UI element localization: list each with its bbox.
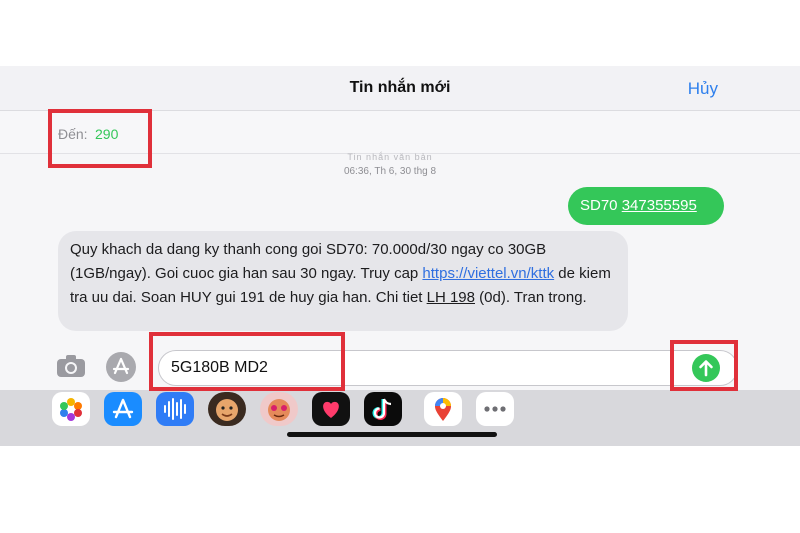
highlight-message-input (149, 332, 345, 391)
cancel-button[interactable]: Hủy (688, 79, 718, 99)
highlight-recipient (48, 109, 152, 168)
tiktok-icon[interactable] (364, 392, 402, 426)
incoming-text-part-3: (0d). Tran trong. (475, 289, 587, 306)
hotline-text[interactable]: LH 198 (427, 289, 475, 306)
outgoing-message-bubble[interactable]: SD70 347355595 (568, 187, 724, 225)
memoji-icon[interactable] (208, 392, 246, 426)
home-indicator (287, 432, 497, 437)
page-title: Tin nhắn mới (349, 79, 451, 96)
google-maps-icon[interactable] (424, 392, 462, 426)
more-apps-icon[interactable] (476, 392, 514, 426)
app-store-icon[interactable] (104, 392, 142, 426)
memoji-stickers-icon[interactable] (260, 392, 298, 426)
camera-icon[interactable] (56, 354, 86, 378)
incoming-message-bubble[interactable]: Quy khach da dang ky thanh cong goi SD70… (58, 231, 628, 331)
highlight-send-button (670, 340, 738, 391)
outgoing-phone-number[interactable]: 347355595 (622, 197, 697, 214)
outgoing-code: SD70 (580, 197, 618, 214)
audio-message-icon[interactable] (156, 392, 194, 426)
apps-button-icon[interactable] (106, 352, 136, 382)
navigation-bar: Tin nhắn mới Hủy (0, 66, 800, 111)
photos-icon[interactable] (52, 392, 90, 426)
viettel-link[interactable]: https://viettel.vn/kttk (422, 265, 554, 282)
digital-touch-icon[interactable] (312, 392, 350, 426)
